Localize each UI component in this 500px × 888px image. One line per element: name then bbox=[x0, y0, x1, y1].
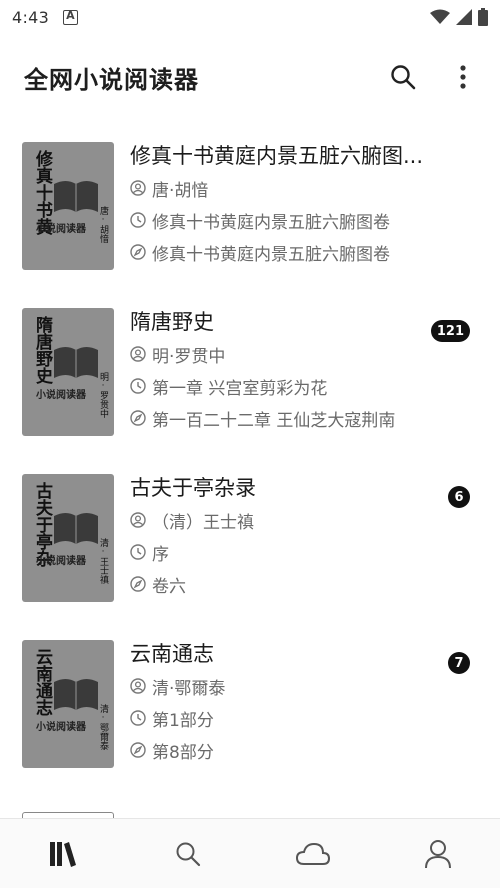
compass-icon bbox=[130, 410, 146, 426]
latest-chapter-text: 修真十书黄庭内景五脏六腑图卷 bbox=[152, 212, 390, 233]
author-text: 明·罗贯中 bbox=[152, 346, 226, 367]
profile-icon bbox=[424, 839, 451, 868]
book-title: 古夫于亭杂录 bbox=[130, 476, 256, 500]
book-cover: 古夫于亭杂 小说阅读器 清·王士禛 bbox=[22, 474, 114, 602]
author-icon bbox=[130, 180, 146, 196]
current-chapter-text: 修真十书黄庭内景五脏六腑图卷 bbox=[152, 244, 390, 265]
bottom-nav bbox=[0, 818, 500, 888]
book-author: 明·罗贯中 bbox=[130, 338, 480, 370]
book-current-chapter: 第一百二十二章 王仙芝大寇荆南 bbox=[130, 402, 480, 434]
wifi-icon bbox=[430, 9, 450, 24]
status-time: 4:43 bbox=[12, 7, 50, 27]
nav-profile[interactable] bbox=[408, 829, 468, 879]
book-title: 隋唐野史 bbox=[130, 310, 214, 334]
book-item[interactable]: 古夫于亭杂 小说阅读器 清·王士禛 古夫于亭杂录 （清）王士禛 序 卷六 6 bbox=[0, 464, 500, 630]
app-bar: 全网小说阅读器 bbox=[0, 44, 500, 110]
latest-chapter-text: 第1部分 bbox=[152, 710, 214, 731]
unread-badge: 6 bbox=[448, 486, 470, 508]
search-button[interactable] bbox=[388, 62, 418, 92]
book-logo-icon bbox=[54, 181, 98, 212]
book-title: 云南通志 bbox=[130, 642, 214, 666]
book-latest-chapter: 第一章 兴宫室剪彩为花 bbox=[130, 370, 480, 402]
author-icon bbox=[130, 678, 146, 694]
nav-search[interactable] bbox=[158, 829, 218, 879]
status-indicators bbox=[430, 8, 488, 26]
cover-title: 云南通志 bbox=[32, 648, 52, 716]
book-item[interactable]: 云南通志 小说阅读器 清·鄂爾泰 云南通志 清·鄂爾泰 第1部分 第8部分 7 bbox=[0, 630, 500, 796]
book-author: 唐·胡愔 bbox=[130, 172, 480, 204]
author-text: （清）王士禛 bbox=[152, 512, 254, 533]
book-logo-icon bbox=[54, 347, 98, 378]
current-chapter-text: 卷六 bbox=[152, 576, 186, 597]
bookshelf-icon bbox=[49, 841, 76, 867]
cover-title: 隋唐野史 bbox=[32, 316, 52, 384]
book-item[interactable]: 隋唐野史 小说阅读器 明·罗贯中 隋唐野史 明·罗贯中 第一章 兴宫室剪彩为花 … bbox=[0, 298, 500, 464]
book-current-chapter: 修真十书黄庭内景五脏六腑图卷 bbox=[130, 236, 480, 268]
author-text: 唐·胡愔 bbox=[152, 180, 209, 201]
clock-icon bbox=[130, 212, 146, 228]
clock-icon bbox=[130, 378, 146, 394]
book-item[interactable]: 修真十书黄 小说阅读器 唐·胡愔 修真十书黄庭内景五脏六腑图... 唐·胡愔 修… bbox=[0, 132, 500, 298]
nav-bookshelf[interactable] bbox=[33, 829, 93, 879]
clock-icon bbox=[130, 710, 146, 726]
cover-author: 清·鄂爾泰 bbox=[98, 704, 108, 750]
more-vert-icon bbox=[460, 65, 466, 89]
book-logo-icon bbox=[54, 679, 98, 710]
book-latest-chapter: 序 bbox=[130, 536, 480, 568]
cover-brand: 小说阅读器 bbox=[36, 224, 86, 235]
compass-icon bbox=[130, 742, 146, 758]
cover-brand: 小说阅读器 bbox=[36, 390, 86, 401]
book-latest-chapter: 修真十书黄庭内景五脏六腑图卷 bbox=[130, 204, 480, 236]
notification-icon bbox=[63, 9, 79, 25]
search-icon bbox=[391, 65, 416, 90]
latest-chapter-text: 第一章 兴宫室剪彩为花 bbox=[152, 378, 328, 399]
author-icon bbox=[130, 512, 146, 528]
book-latest-chapter: 第1部分 bbox=[130, 702, 480, 734]
cover-author: 明·罗贯中 bbox=[98, 372, 108, 418]
compass-icon bbox=[130, 576, 146, 592]
app-title: 全网小说阅读器 bbox=[24, 65, 199, 94]
cover-brand: 小说阅读器 bbox=[36, 556, 86, 567]
latest-chapter-text: 序 bbox=[152, 544, 169, 565]
author-text: 清·鄂爾泰 bbox=[152, 678, 226, 699]
search-icon bbox=[176, 842, 200, 866]
unread-badge: 7 bbox=[448, 652, 470, 674]
book-list: 修真十书黄 小说阅读器 唐·胡愔 修真十书黄庭内景五脏六腑图... 唐·胡愔 修… bbox=[0, 132, 500, 796]
signal-icon bbox=[456, 9, 472, 25]
book-cover: 云南通志 小说阅读器 清·鄂爾泰 bbox=[22, 640, 114, 768]
cloud-icon bbox=[295, 842, 330, 865]
author-icon bbox=[130, 346, 146, 362]
compass-icon bbox=[130, 244, 146, 260]
book-author: 清·鄂爾泰 bbox=[130, 670, 480, 702]
book-title: 修真十书黄庭内景五脏六腑图... bbox=[130, 144, 424, 168]
battery-icon bbox=[478, 8, 488, 26]
book-current-chapter: 卷六 bbox=[130, 568, 480, 600]
current-chapter-text: 第一百二十二章 王仙芝大寇荆南 bbox=[152, 410, 396, 431]
book-current-chapter: 第8部分 bbox=[130, 734, 480, 766]
unread-badge: 121 bbox=[430, 320, 470, 342]
nav-cloud[interactable] bbox=[283, 829, 343, 879]
status-bar: 4:43 bbox=[0, 0, 500, 34]
book-logo-icon bbox=[54, 513, 98, 544]
cover-author: 唐·胡愔 bbox=[98, 206, 108, 243]
cover-author: 清·王士禛 bbox=[98, 538, 108, 584]
book-cover: 修真十书黄 小说阅读器 唐·胡愔 bbox=[22, 142, 114, 270]
more-options-button[interactable] bbox=[448, 62, 478, 92]
book-author: （清）王士禛 bbox=[130, 504, 480, 536]
book-cover: 隋唐野史 小说阅读器 明·罗贯中 bbox=[22, 308, 114, 436]
clock-icon bbox=[130, 544, 146, 560]
current-chapter-text: 第8部分 bbox=[152, 742, 214, 763]
cover-brand: 小说阅读器 bbox=[36, 722, 86, 733]
